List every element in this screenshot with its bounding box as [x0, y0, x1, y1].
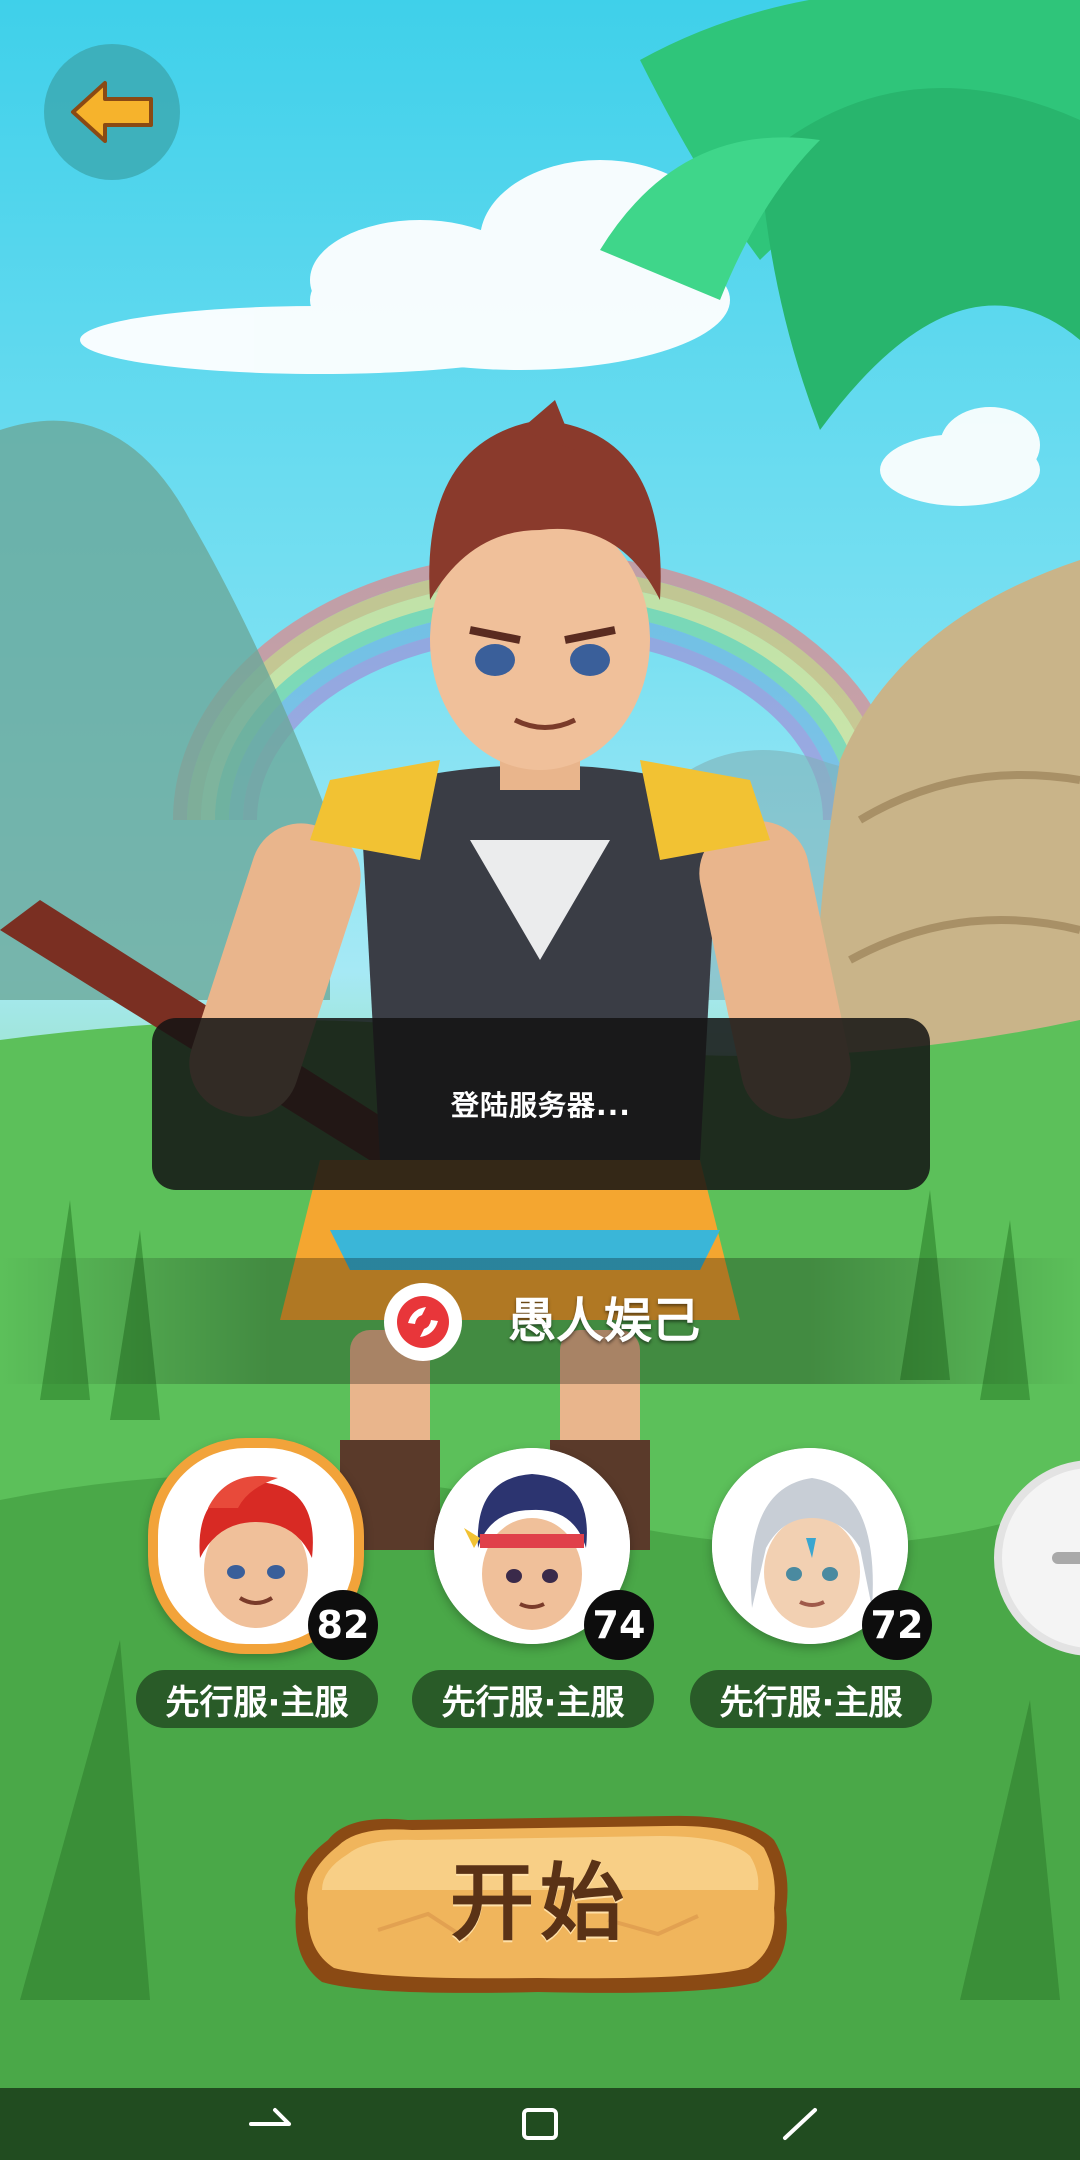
back-button[interactable] [44, 44, 180, 180]
game-login-screen: 登陆服务器... 愚人娱己 82 先行服·主服 74 先行服·主服 72 先行服… [0, 0, 1080, 2160]
network-logo-icon [397, 1296, 449, 1348]
role-card[interactable]: 82 先行服·主服 [136, 1438, 384, 1728]
nav-home-icon [522, 2108, 558, 2140]
role-level-badge: 72 [862, 1590, 932, 1660]
role-card[interactable]: 74 先行服·主服 [412, 1448, 660, 1728]
role-level-badge: 82 [308, 1590, 378, 1660]
role-level-badge: 74 [584, 1590, 654, 1660]
role-server-label: 先行服·主服 [412, 1670, 654, 1728]
role-card[interactable]: 72 先行服·主服 [690, 1448, 938, 1728]
nav-recents-button[interactable] [760, 2096, 840, 2152]
cloud-right [880, 407, 1040, 506]
nav-home-button[interactable] [500, 2096, 580, 2152]
nav-recents-icon [783, 2108, 817, 2140]
role-server-label: 先行服·主服 [136, 1670, 378, 1728]
account-platform-badge [384, 1283, 462, 1361]
role-server-label: 先行服·主服 [690, 1670, 932, 1728]
nav-back-icon [249, 2108, 291, 2126]
start-button[interactable]: 开始 [288, 1810, 792, 1996]
toast-message: 登陆服务器... [451, 1089, 631, 1122]
back-arrow-icon [71, 81, 153, 143]
loading-toast: 登陆服务器... [152, 1018, 930, 1190]
cloud-left [80, 160, 730, 374]
account-name: 愚人娱己 [508, 1293, 701, 1349]
plus-icon [1052, 1552, 1080, 1564]
palm-leaves [600, 0, 1080, 430]
start-button-label: 开始 [449, 1854, 630, 1952]
system-nav-bar [0, 2088, 1080, 2160]
nav-back-button[interactable] [230, 2096, 310, 2152]
